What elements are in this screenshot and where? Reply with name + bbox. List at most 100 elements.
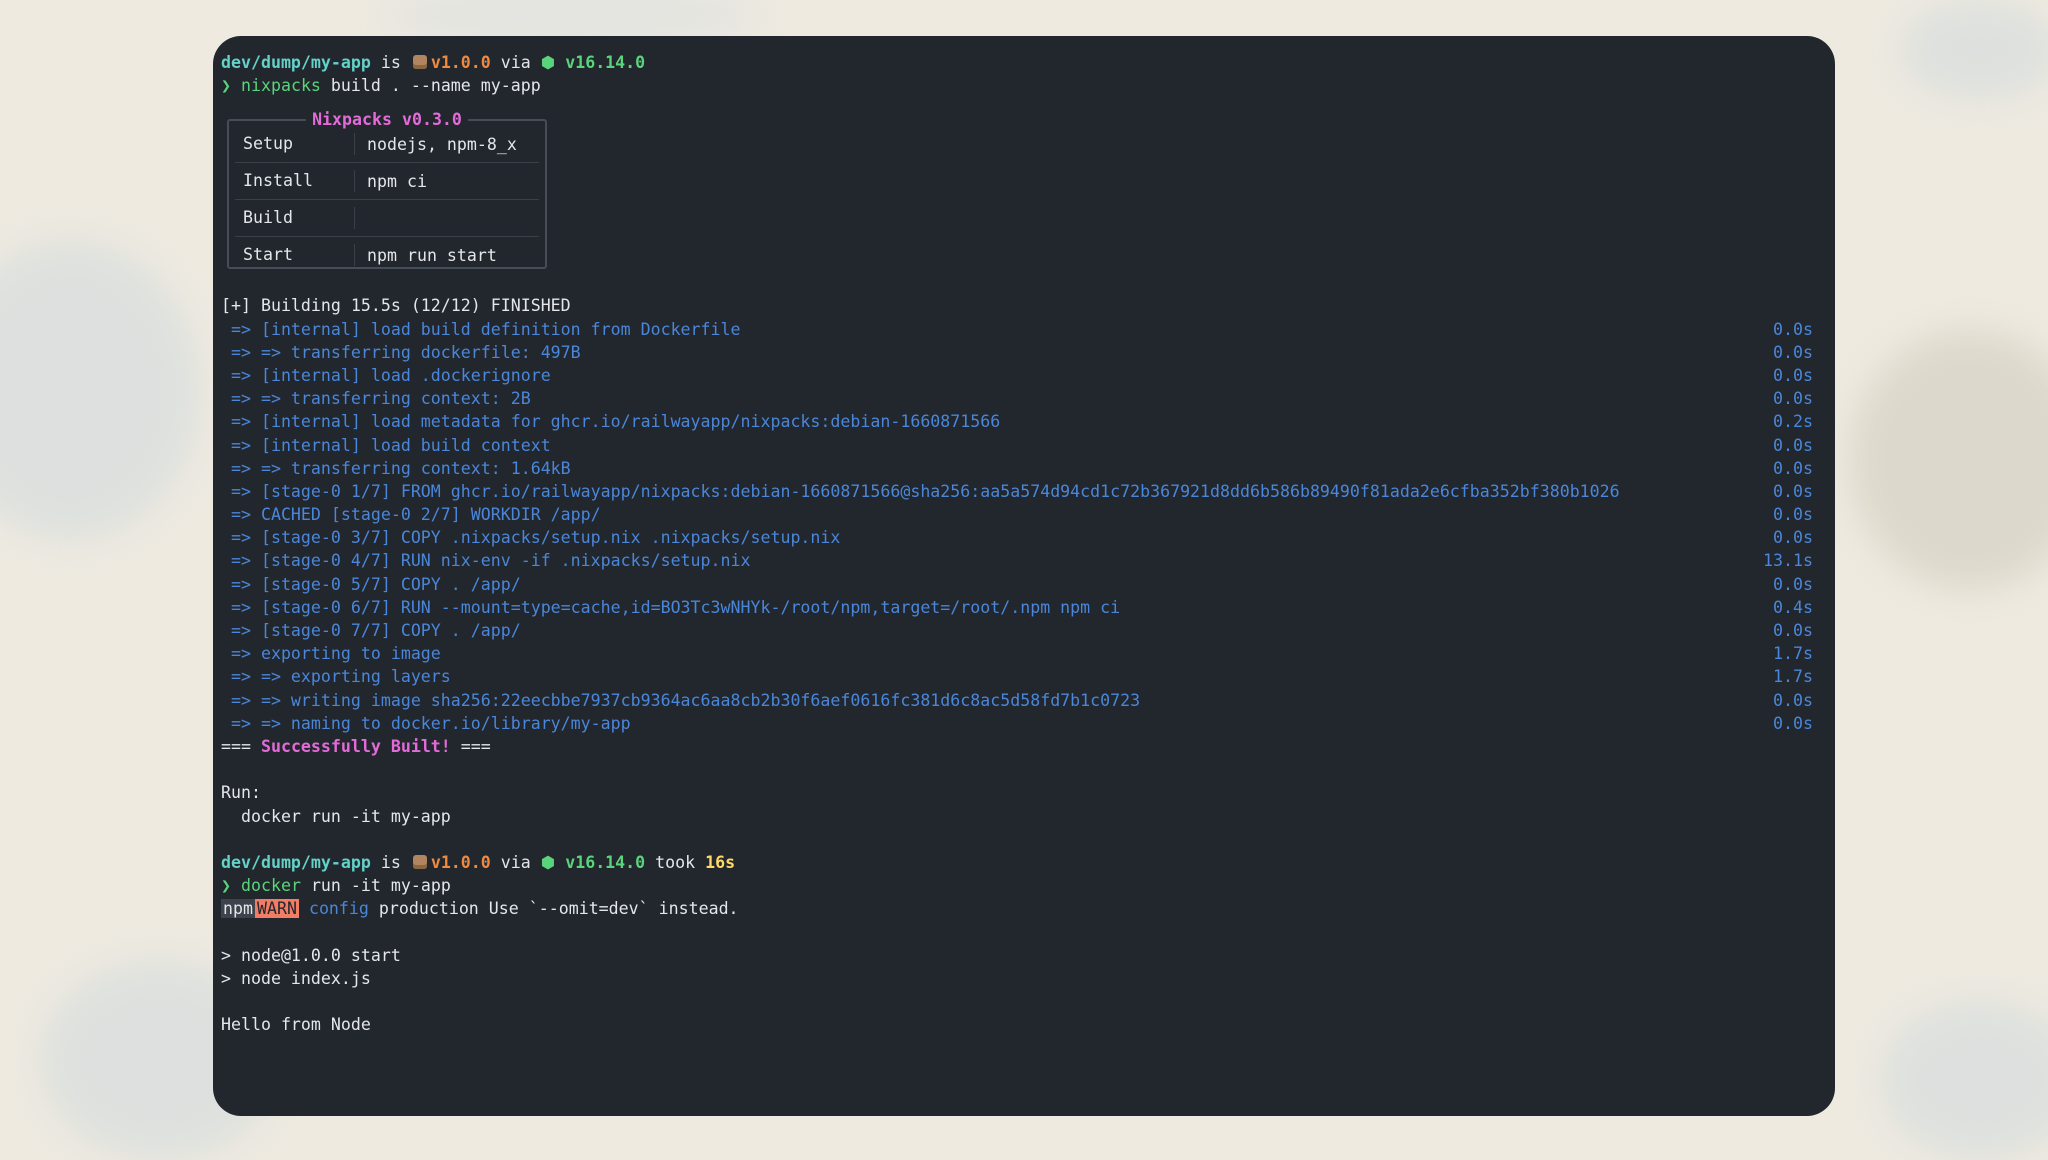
background-blob [1880, 1000, 2048, 1160]
run-command: docker run -it my-app [221, 806, 451, 826]
build-step-text: => => transferring dockerfile: 497B [221, 342, 581, 362]
build-header: [+] Building 15.5s (12/12) FINISHED [221, 296, 571, 316]
npm-script-line: > node@1.0.0 start [221, 945, 401, 965]
plan-row: Install npm ci [235, 163, 539, 201]
command-args: run -it my-app [300, 876, 451, 896]
build-step-text: => => naming to docker.io/library/my-app [221, 713, 631, 733]
plan-key: Install [235, 170, 355, 193]
command-line: ❯ docker run -it my-app [221, 874, 1835, 897]
build-step-time: 0.0s [1773, 621, 1813, 640]
build-step-time: 0.0s [1773, 713, 1813, 733]
build-step-text: => [internal] load metadata for ghcr.io/… [221, 412, 1001, 432]
build-step: => [internal] load .dockerignore 0.0s [221, 364, 1835, 387]
node-icon: ⬢ [540, 53, 566, 72]
build-step: => [stage-0 1/7] FROM ghcr.io/railwayapp… [221, 480, 1835, 503]
package-icon [412, 854, 427, 869]
plan-row: Build [235, 200, 539, 238]
plan-value: npm ci [367, 171, 427, 191]
build-step: => [internal] load build context 0.0s [221, 434, 1835, 457]
package-version: v1.0.0 [430, 852, 491, 872]
build-step-text: => [stage-0 7/7] COPY . /app/ [221, 621, 521, 640]
run-label: Run: [221, 783, 261, 803]
build-steps: => [internal] load build definition from… [221, 318, 1835, 735]
command-duration: 16s [705, 852, 736, 872]
build-step-text: => CACHED [stage-0 2/7] WORKDIR /app/ [221, 505, 601, 525]
build-step-time: 0.0s [1773, 389, 1813, 409]
npm-script-line: > node index.js [221, 968, 371, 988]
build-step-time: 0.0s [1773, 481, 1813, 501]
build-step: => => writing image sha256:22eecbbe7937c… [221, 689, 1835, 712]
build-step-text: => [internal] load build definition from… [221, 319, 741, 339]
build-step-text: => => exporting layers [221, 667, 451, 687]
build-step: => exporting to image 1.7s [221, 642, 1835, 665]
build-step-time: 0.4s [1773, 597, 1813, 617]
plan-value: npm run start [367, 245, 497, 265]
build-step-text: => [stage-0 1/7] FROM ghcr.io/railwayapp… [221, 481, 1620, 501]
plan-key: Start [235, 244, 355, 267]
build-step-text: => [stage-0 3/7] COPY .nixpacks/setup.ni… [221, 528, 841, 548]
prompt-arrow-icon: ❯ [221, 876, 231, 896]
build-step-time: 1.7s [1773, 644, 1813, 664]
build-step: => [internal] load metadata for ghcr.io/… [221, 410, 1835, 433]
build-step-text: => exporting to image [221, 644, 441, 664]
plan-key: Setup [235, 133, 355, 156]
plan-value: nodejs, npm-8_x [367, 134, 517, 154]
warn-badge: WARN [254, 899, 299, 919]
prompt-arrow-icon: ❯ [221, 76, 231, 96]
terminal-window[interactable]: dev/dump/my-app is v1.0.0 via ⬢ v16.14.0… [213, 36, 1835, 1116]
build-step-time: 0.0s [1773, 458, 1813, 478]
build-step-time: 13.1s [1763, 551, 1813, 571]
build-step-text: => => writing image sha256:22eecbbe7937c… [221, 690, 1141, 710]
shell-prompt: dev/dump/my-app is v1.0.0 via ⬢ v16.14.0… [221, 852, 736, 872]
prompt-directory: dev/dump/my-app [221, 53, 371, 72]
build-step-time: 0.0s [1773, 365, 1813, 385]
build-step-text: => => transferring context: 1.64kB [221, 458, 571, 478]
command-args: build . --name my-app [320, 76, 541, 96]
build-step: => => naming to docker.io/library/my-app… [221, 712, 1835, 735]
build-step: => [stage-0 4/7] RUN nix-env -if .nixpac… [221, 549, 1835, 572]
build-step: => [internal] load build definition from… [221, 318, 1835, 341]
build-step-text: => [stage-0 6/7] RUN --mount=type=cache,… [221, 597, 1121, 617]
prompt-directory: dev/dump/my-app [221, 852, 371, 872]
build-step-text: => => transferring context: 2B [221, 389, 531, 409]
plan-row: Setup nodejs, npm-8_x [235, 126, 539, 164]
warning-message: production Use `--omit=dev` instead. [368, 899, 739, 919]
npm-label: npm [221, 899, 255, 919]
build-step: => [stage-0 7/7] COPY . /app/0.0s [221, 619, 1835, 642]
config-label: config [308, 899, 369, 919]
build-step-time: 0.2s [1773, 412, 1813, 432]
shell-prompt: dev/dump/my-app is v1.0.0 via ⬢ v16.14.0 [221, 53, 646, 72]
build-step-time: 0.0s [1773, 319, 1813, 339]
build-step-text: => [stage-0 5/7] COPY . /app/ [221, 574, 521, 594]
build-step: => => transferring context: 1.64kB 0.0s [221, 457, 1835, 480]
build-step-text: => [stage-0 4/7] RUN nix-env -if .nixpac… [221, 551, 751, 571]
build-step-time: 0.0s [1773, 505, 1813, 525]
build-step-time: 0.0s [1773, 435, 1813, 455]
package-version: v1.0.0 [430, 53, 491, 72]
background-blob [1850, 330, 2048, 590]
build-success: === Successfully Built! === [221, 736, 491, 756]
node-icon: ⬢ [540, 852, 566, 872]
command-name: docker [241, 876, 301, 896]
package-icon [412, 55, 427, 69]
plan-row: Start npm run start [235, 237, 539, 273]
build-step-text: => [internal] load build context [221, 435, 551, 455]
build-step: => => transferring dockerfile: 497B 0.0s [221, 341, 1835, 364]
success-message: Successfully Built! [260, 736, 451, 756]
node-version: v16.14.0 [565, 53, 646, 72]
command-line: ❯ nixpacks build . --name my-app [221, 74, 1835, 97]
build-step-time: 0.0s [1773, 690, 1813, 710]
build-step: => [stage-0 5/7] COPY . /app/0.0s [221, 573, 1835, 596]
background-blob [0, 240, 200, 540]
build-step: => => transferring context: 2B 0.0s [221, 387, 1835, 410]
node-version: v16.14.0 [565, 852, 646, 872]
plan-key: Build [235, 207, 355, 230]
build-step-text: => [internal] load .dockerignore [221, 365, 551, 385]
build-step: => [stage-0 6/7] RUN --mount=type=cache,… [221, 596, 1835, 619]
nixpacks-plan-box: Nixpacks v0.3.0 Setup nodejs, npm-8_x Inst… [227, 110, 547, 270]
build-step-time: 1.7s [1773, 667, 1813, 687]
npm-warning: npm WARN config production Use `--omit=de… [221, 897, 1835, 920]
build-step-time: 0.0s [1773, 528, 1813, 548]
build-step-time: 0.0s [1773, 342, 1813, 362]
build-step: => [stage-0 3/7] COPY .nixpacks/setup.ni… [221, 526, 1835, 549]
